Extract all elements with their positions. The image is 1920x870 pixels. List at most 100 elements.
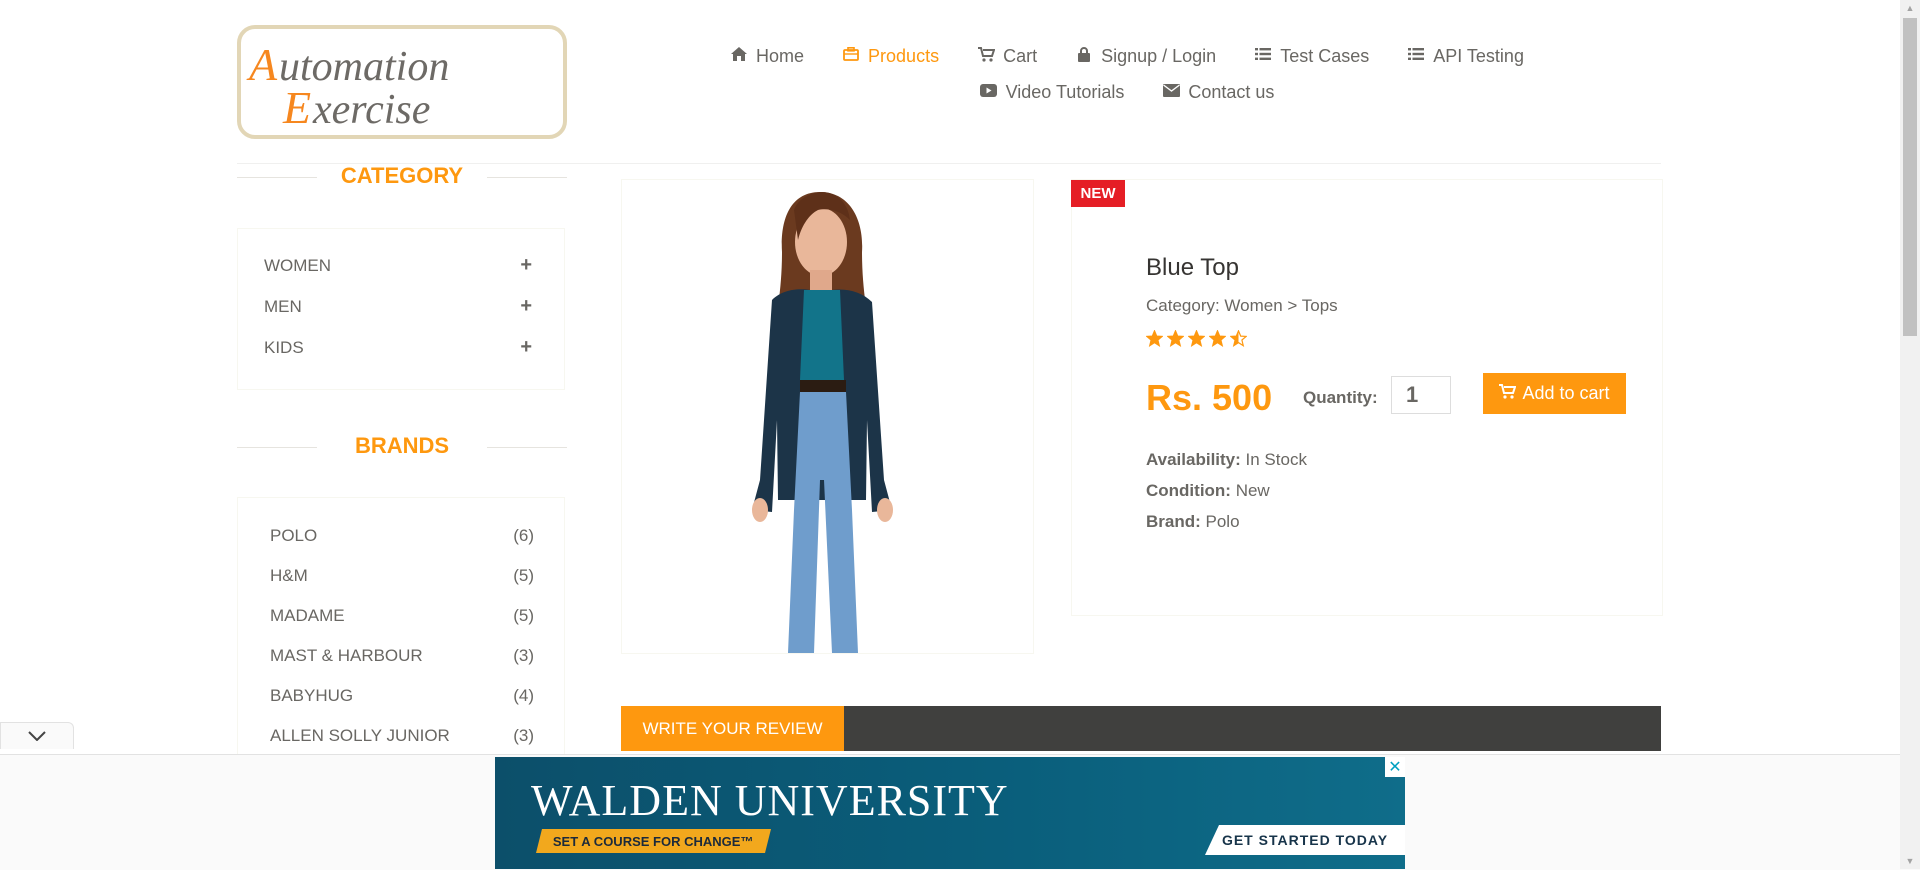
ad-collapse-toggle[interactable] [0,722,74,749]
home-icon [730,47,748,65]
page-container: A utomation E xercise Home Products Cart Si… [237,0,1663,869]
category-title: CATEGORY [340,163,464,188]
brands-title: BRANDS [354,433,450,458]
add-to-cart-label: Add to cart [1522,383,1610,403]
brand-item[interactable]: POLO (6) [238,516,564,556]
product-photo-woman [622,180,1033,653]
brand-count: (5) [513,566,534,585]
brand-count: (5) [513,606,534,625]
lock-icon [1075,46,1093,66]
heading-rule [237,177,317,178]
nav-row-primary: Home Products Cart Signup / Login Test Cases… [717,38,1537,74]
product-name: Blue Top [1146,254,1239,281]
star-full-icon [1209,330,1226,347]
scroll-up-arrow-icon[interactable]: ▲ [1900,0,1920,16]
category-label: WOMEN [264,255,332,275]
category-label: MEN [264,296,302,316]
heading-rule [487,447,567,448]
brands-heading: BRANDS [237,433,567,459]
scroll-thumb[interactable] [1903,18,1917,336]
star-full-icon [1188,330,1205,347]
plus-icon[interactable]: + [520,295,532,318]
site-logo[interactable]: A utomation E xercise [237,25,567,139]
category-label: KIDS [264,337,304,357]
rating-stars [1146,330,1247,347]
nav-label: API Testing [1433,45,1524,66]
main-nav: Home Products Cart Signup / Login Test Cases… [717,38,1537,110]
category-item-women[interactable]: WOMEN + [238,245,564,286]
nav-products[interactable]: Products [842,46,939,67]
brand-name: POLO [270,526,318,545]
quantity-input[interactable] [1391,376,1451,414]
product-price: Rs. 500 [1146,377,1273,418]
logo-line2: xercise [312,87,430,133]
nav-label: Cart [1003,45,1038,66]
envelope-icon [1162,83,1180,101]
product-image [621,179,1034,654]
ad-close-icon[interactable]: ✕ [1385,757,1405,777]
nav-label: Products [868,45,940,66]
nav-test-cases[interactable]: Test Cases [1254,46,1369,67]
page-scrollbar[interactable]: ▲ ▼ [1900,0,1920,869]
quantity-label: Quantity: [1303,388,1378,407]
brand-count: (6) [513,526,534,545]
brand-name: ALLEN SOLLY JUNIOR [270,726,450,745]
availability-value: In Stock [1245,450,1307,469]
ad-tagline: SET A COURSE FOR CHANGE™ [536,829,771,853]
nav-signup-login[interactable]: Signup / Login [1075,46,1216,67]
tab-write-review[interactable]: WRITE YOUR REVIEW [621,706,844,751]
cart-icon [977,46,995,66]
availability-label: Availability: [1146,450,1241,469]
nav-label: Home [756,45,805,66]
star-full-icon [1167,330,1184,347]
cart-icon [1499,383,1517,404]
category-item-men[interactable]: MEN + [238,286,564,327]
nav-row-secondary: Video Tutorials Contact us [717,74,1537,110]
brand-name: MADAME [270,606,345,625]
condition-label: Condition: [1146,481,1231,500]
list-icon [1254,47,1272,65]
brand-item[interactable]: MAST & HARBOUR (3) [238,636,564,676]
category-panel: WOMEN + MEN + KIDS + [237,228,565,390]
nav-contact-us[interactable]: Contact us [1162,82,1274,103]
new-badge: NEW [1071,180,1125,207]
ad-banner[interactable]: WALDEN UNIVERSITY SET A COURSE FOR CHANG… [495,757,1405,869]
condition-row: Condition: New [1146,481,1270,501]
nav-label: Test Cases [1280,45,1370,66]
category-item-kids[interactable]: KIDS + [238,327,564,368]
brand-item[interactable]: H&M (5) [238,556,564,596]
chevron-down-icon [28,731,46,741]
ad-tagline-text: SET A COURSE FOR CHANGE™ [553,833,754,849]
nav-label: Signup / Login [1101,45,1217,66]
star-half-icon [1230,330,1247,347]
nav-label: Contact us [1188,81,1275,102]
product-category: Category: Women > Tops [1146,296,1338,315]
nav-cart[interactable]: Cart [977,46,1037,67]
ad-cta-button[interactable]: GET STARTED TODAY [1205,825,1405,855]
brand-row: Brand: Polo [1146,512,1240,532]
nav-api-testing[interactable]: API Testing [1407,46,1524,67]
scroll-down-arrow-icon[interactable]: ▼ [1900,853,1920,869]
brand-count: (3) [513,646,534,665]
category-heading: CATEGORY [237,163,567,189]
products-icon [842,47,860,65]
brand-name: MAST & HARBOUR [270,646,423,665]
list-icon [1407,47,1425,65]
brands-panel: POLO (6) H&M (5) MADAME (5) MAST & HARBOUR (3) B… [237,497,565,757]
heading-rule [237,447,317,448]
nav-label: Video Tutorials [1005,81,1125,102]
brand-item[interactable]: MADAME (5) [238,596,564,636]
nav-video-tutorials[interactable]: Video Tutorials [980,81,1125,103]
plus-icon[interactable]: + [520,254,532,277]
brand-item[interactable]: ALLEN SOLLY JUNIOR (3) [238,716,564,756]
brand-item[interactable]: BABYHUG (4) [238,676,564,716]
heading-rule [487,177,567,178]
brand-label: Brand: [1146,512,1201,531]
availability-row: Availability: In Stock [1146,450,1307,470]
nav-home[interactable]: Home [730,46,804,67]
plus-icon[interactable]: + [520,336,532,359]
brand-count: (3) [513,726,534,745]
add-to-cart-button[interactable]: Add to cart [1483,373,1626,414]
brand-value: Polo [1205,512,1240,531]
brand-name: BABYHUG [270,686,354,705]
